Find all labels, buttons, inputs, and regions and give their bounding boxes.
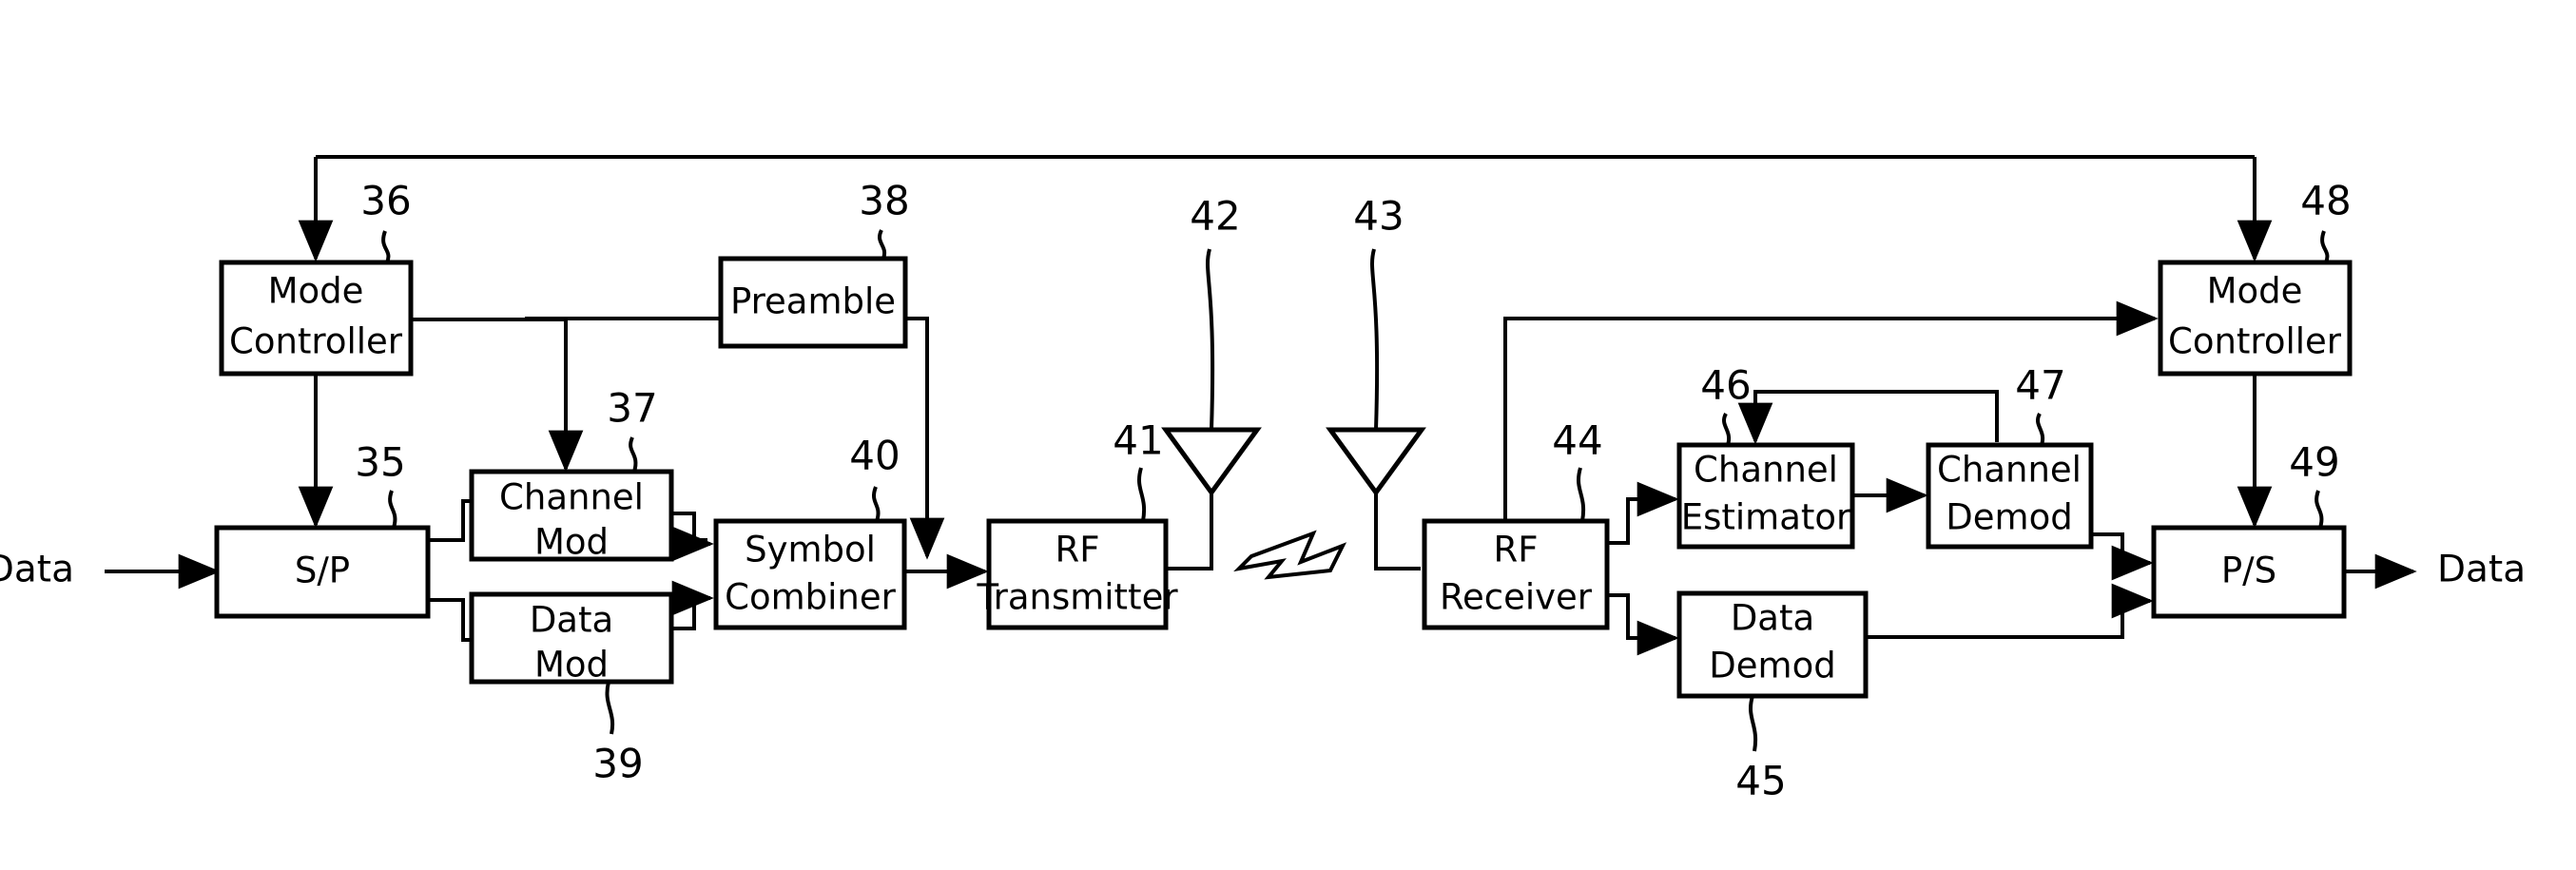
leader-40 [872,486,881,522]
ref-numeral-48: 48 [2300,178,2351,224]
leader-44 [1577,467,1586,522]
block-label-mode-controller-tx-line2: Controller [229,321,403,362]
wire-data-demod-to-ps [1866,583,2154,639]
block-label-data-mod-line1: Data [530,600,613,641]
leader-39 [605,681,615,735]
ref-numeral-44: 44 [1552,417,1602,464]
wire-rf-receiver-to-data-demod [1607,593,1679,656]
block-label-preamble: Preamble [730,281,896,322]
wires [105,155,2417,658]
leader-35 [388,490,397,529]
ref-numeral-49: 49 [2289,439,2339,486]
block-label-data-demod-line2: Demod [1709,646,1835,686]
block-label-rf-receiver-line1: RF [1494,530,1539,570]
wire-mode-controller-tx-to-channel-mod [411,318,584,473]
leader-42 [1206,248,1215,431]
wire-rf-receiver-to-channel-estimator [1607,481,1679,545]
ref-numeral-47: 47 [2015,362,2065,409]
block-label-channel-demod-line1: Channel [1937,450,2082,491]
leader-46 [1722,413,1732,446]
ref-numeral-46: 46 [1700,362,1751,409]
io-label-data-output: Data [2437,549,2526,591]
diagram-svg: Mode Controller S/P Channel Mod Data Mod… [0,155,2526,804]
ref-numeral-45: 45 [1735,758,1786,804]
ref-numeral-40: 40 [849,433,900,479]
block-label-data-demod-line1: Data [1731,598,1814,639]
io-label-data-input: Data [0,549,74,591]
block-label-channel-mod-line1: Channel [499,477,644,518]
rf-link-bolt-icon [1233,530,1347,580]
block-label-channel-demod-line2: Demod [1946,497,2072,538]
block-label-ps: P/S [2221,551,2276,591]
antenna-tx-icon [1161,427,1262,497]
block-label-data-mod-line2: Mod [534,645,609,686]
block-label-channel-estimator-line1: Channel [1694,450,1838,491]
block-labels: Mode Controller S/P Channel Mod Data Mod… [229,271,2342,686]
wire-channel-demod-to-ps [2091,532,2154,581]
ref-numeral-38: 38 [859,178,909,224]
wire-channel-demod-feedback [1737,390,1999,445]
block-label-rf-receiver-line2: Receiver [1440,577,1593,618]
wire-antenna-rx-to-rf-receiver [1374,493,1421,570]
ref-numeral-39: 39 [592,741,643,787]
ref-numeral-35: 35 [355,439,405,486]
leader-49 [2315,490,2324,529]
block-label-mode-controller-tx-line1: Mode [268,271,364,312]
leader-47 [2036,413,2045,446]
ref-numeral-43: 43 [1353,193,1404,240]
ref-numeral-36: 36 [360,178,411,224]
ref-numeral-37: 37 [607,385,657,432]
leader-41 [1137,467,1147,522]
ref-numeral-42: 42 [1190,193,1240,240]
leader-48 [2320,230,2330,263]
ref-numeral-41: 41 [1113,417,1163,464]
block-label-channel-mod-line2: Mod [534,522,609,563]
figure-canvas: Mode Controller S/P Channel Mod Data Mod… [0,0,2576,870]
wire-data-mod-to-symbol-combiner [671,580,714,630]
leader-37 [629,436,638,473]
leader-36 [381,230,391,263]
wire-rf-transmitter-to-antenna-tx [1166,493,1213,570]
block-label-mode-controller-rx-line2: Controller [2168,321,2342,362]
block-label-sp: S/P [295,551,350,591]
block-label-mode-controller-rx-line1: Mode [2207,271,2303,312]
leader-45 [1749,695,1758,752]
block-label-rf-transmitter-line1: RF [1056,530,1100,570]
block-label-symbol-combiner-line2: Combiner [725,577,896,618]
wire-channel-mod-to-symbol-combiner [671,540,706,542]
block-label-channel-estimator-line2: Estimator [1681,497,1851,538]
leader-43 [1370,248,1380,431]
block-label-rf-transmitter-line2: Transmitter [976,577,1178,618]
leader-38 [878,229,887,260]
antenna-rx-icon [1326,427,1426,497]
block-label-symbol-combiner-line1: Symbol [745,530,876,570]
